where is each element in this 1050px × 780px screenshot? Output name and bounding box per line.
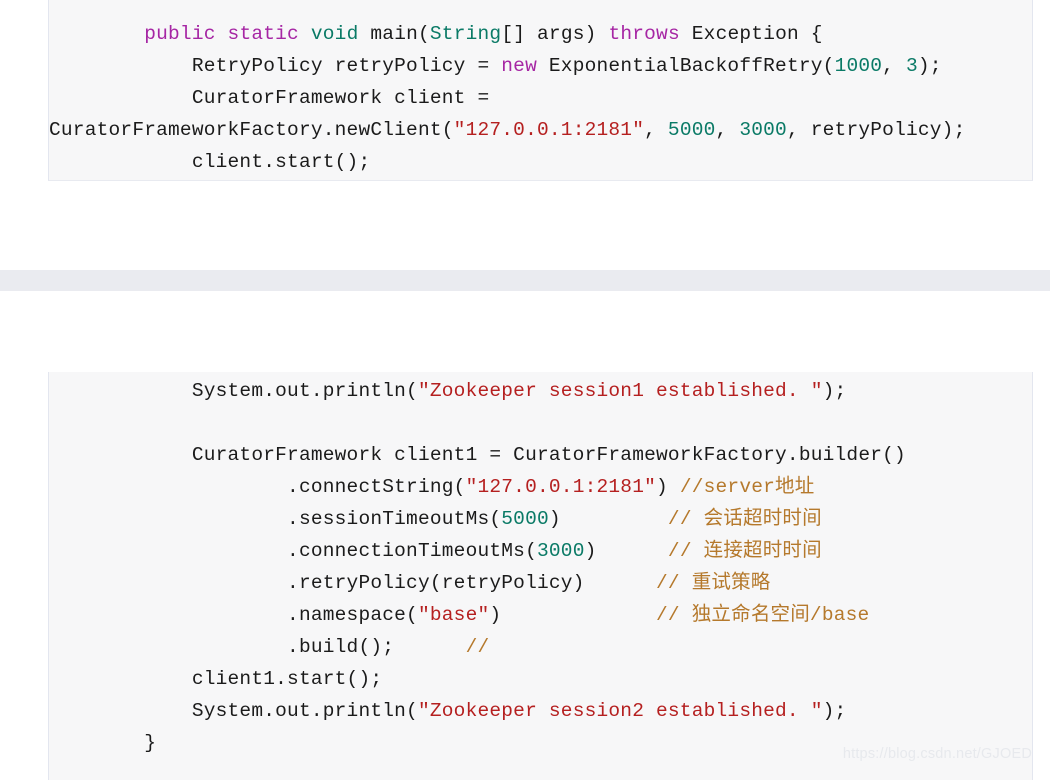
code-token-str: "base"	[417, 604, 490, 626]
code-lines-bottom[interactable]: System.out.println("Zookeeper session1 e…	[49, 372, 1032, 759]
code-token-num: 5000	[667, 119, 716, 141]
code-line: CuratorFramework client =	[49, 82, 1032, 114]
code-line: .retryPolicy(retryPolicy) // 重试策略	[49, 567, 1032, 599]
code-line: CuratorFrameworkFactory.newClient("127.0…	[49, 114, 1032, 146]
code-token-pln: .retryPolicy(retryPolicy)	[49, 572, 656, 594]
code-token-cmt: // 会话超时时间	[667, 508, 822, 530]
code-token-cmt: // 重试策略	[656, 572, 771, 594]
code-token-pln: Exception {	[679, 23, 823, 45]
code-line: .sessionTimeoutMs(5000) // 会话超时时间	[49, 503, 1032, 535]
code-token-pln: .connectString(	[49, 476, 466, 498]
code-block-bottom: System.out.println("Zookeeper session1 e…	[48, 372, 1033, 780]
code-line: public static void main(String[] args) t…	[49, 18, 1032, 50]
code-line: .connectionTimeoutMs(3000) // 连接超时时间	[49, 535, 1032, 567]
code-token-pln: );	[822, 380, 847, 402]
code-token-pln: );	[822, 700, 847, 722]
code-token-kw: public	[144, 23, 216, 45]
code-token-pln: client1.start();	[49, 668, 383, 690]
code-line: System.out.println("Zookeeper session1 e…	[49, 375, 1032, 407]
code-token-cmt: // 连接超时时间	[667, 540, 822, 562]
code-token-kw: static	[227, 23, 299, 45]
code-line: RetryPolicy retryPolicy = new Exponentia…	[49, 50, 1032, 82]
code-token-pln: RetryPolicy retryPolicy =	[49, 55, 502, 77]
code-token-pln: CuratorFrameworkFactory.newClient(	[49, 119, 454, 141]
code-token-num: 1000	[834, 55, 883, 77]
code-token-pln: ExponentialBackoffRetry(	[537, 55, 835, 77]
code-line: .build(); //	[49, 631, 1032, 663]
code-lines-top[interactable]: public static void main(String[] args) t…	[49, 0, 1032, 178]
code-token-cmt: //server地址	[679, 476, 815, 498]
code-token-pln: CuratorFramework client =	[49, 87, 490, 109]
code-token-pln	[299, 23, 311, 45]
code-token-pln: )	[584, 540, 668, 562]
code-token-pln: )	[656, 476, 680, 498]
code-token-pln: .sessionTimeoutMs(	[49, 508, 502, 530]
code-token-pln: [] args)	[501, 23, 609, 45]
code-token-str: "127.0.0.1:2181"	[453, 119, 645, 141]
code-token-num: 3	[905, 55, 918, 77]
code-token-pln: ,	[644, 119, 668, 141]
code-token-pln: System.out.println(	[49, 380, 418, 402]
code-token-num: 3000	[536, 540, 585, 562]
code-token-cmt: //	[465, 636, 490, 658]
code-token-pln: ,	[715, 119, 740, 141]
code-token-type: void	[310, 23, 359, 45]
code-token-str: "127.0.0.1:2181"	[465, 476, 657, 498]
code-token-pln: .connectionTimeoutMs(	[49, 540, 537, 562]
code-token-pln: );	[917, 55, 942, 77]
code-token-pln: main(	[358, 23, 430, 45]
code-token-str: "Zookeeper session1 established. "	[417, 380, 823, 402]
code-token-type: String	[429, 23, 502, 45]
code-line: .connectString("127.0.0.1:2181") //serve…	[49, 471, 1032, 503]
watermark-text: https://blog.csdn.net/GJOED	[842, 746, 1032, 762]
code-token-pln	[216, 23, 228, 45]
code-line: .namespace("base") // 独立命名空间/base	[49, 599, 1032, 631]
code-token-pln: )	[548, 508, 668, 530]
code-token-pln: }	[49, 732, 157, 754]
code-token-num: 3000	[739, 119, 787, 141]
code-line: client.start();	[49, 146, 1032, 178]
code-token-kw: throws	[608, 23, 680, 45]
code-token-num: 5000	[501, 508, 549, 530]
section-separator-band	[0, 270, 1050, 291]
code-token-pln: )	[489, 604, 657, 626]
code-line: client1.start();	[49, 663, 1032, 695]
code-token-pln: CuratorFramework client1 = CuratorFramew…	[49, 444, 906, 466]
code-line: System.out.println("Zookeeper session2 e…	[49, 695, 1032, 727]
code-token-pln: .build();	[49, 636, 466, 658]
code-token-pln: ,	[882, 55, 906, 77]
code-token-kw: new	[501, 55, 537, 77]
code-token-cmt: // 独立命名空间/base	[656, 604, 870, 626]
code-block-top: public static void main(String[] args) t…	[48, 0, 1033, 181]
code-token-str: "Zookeeper session2 established. "	[417, 700, 823, 722]
code-token-pln: , retryPolicy);	[786, 119, 966, 141]
code-token-pln: System.out.println(	[49, 700, 418, 722]
code-token-pln: .namespace(	[49, 604, 418, 626]
code-line: CuratorFramework client1 = CuratorFramew…	[49, 439, 1032, 471]
code-token-pln	[49, 23, 144, 45]
code-token-pln: client.start();	[49, 151, 371, 173]
